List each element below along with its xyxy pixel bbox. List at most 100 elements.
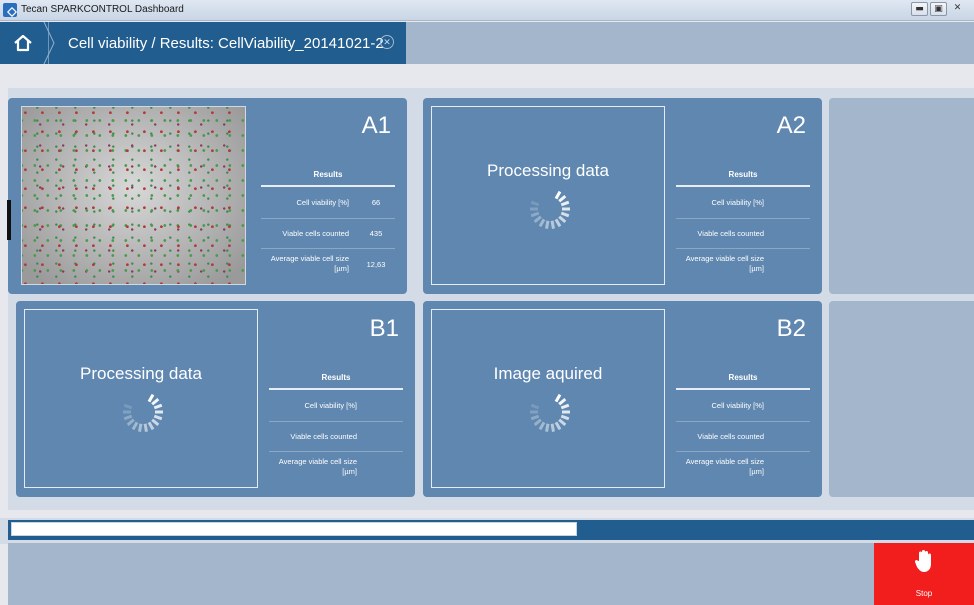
spinner-segment (126, 418, 135, 427)
results-heading: Results (261, 170, 395, 187)
spinner-segment (153, 414, 163, 421)
spinner-segment (538, 218, 546, 228)
spinner-segment (558, 194, 567, 203)
spinner-segment (558, 418, 567, 427)
result-row-viable-cells: Viable cells counted (269, 422, 403, 452)
close-window-button[interactable]: ✕ (949, 2, 966, 16)
result-label: Cell viability [%] (296, 197, 349, 207)
result-label: Cell viability [%] (711, 400, 764, 410)
result-row-viability: Cell viability [%] (269, 390, 403, 422)
result-row-viability: Cell viability [%] (676, 187, 810, 219)
spinner-segment (151, 418, 160, 427)
result-label: Viable cells counted (697, 228, 764, 238)
side-marker (7, 200, 11, 240)
breadcrumb-separator-icon (43, 22, 55, 64)
result-row-viable-cells: Viable cells counted (676, 219, 810, 249)
spinner-segment (560, 414, 570, 421)
well-id: A1 (361, 112, 391, 139)
result-label: Viable cells counted (290, 431, 357, 441)
spinner-segment (123, 414, 133, 421)
spinner-segment (153, 403, 163, 410)
home-button[interactable] (0, 22, 48, 64)
result-row-avg-size: Average viable cell size [µm] (676, 249, 810, 279)
well-id: B1 (369, 315, 399, 342)
status-label: Image aquired (493, 364, 603, 383)
spinner-segment (123, 403, 133, 410)
result-label: Cell viability [%] (304, 400, 357, 410)
status-label: Processing data (487, 161, 609, 180)
well-tile-a1[interactable]: A1 Results Cell viability [%] 66 Viable … (8, 98, 407, 294)
results-table: Results Cell viability [%] Viable cells … (269, 373, 403, 482)
spinner-segment (558, 215, 567, 224)
breadcrumb: Cell viability / Results: CellViability_… (48, 22, 406, 64)
result-label: Average viable cell size [µm] (685, 457, 764, 476)
spinner-segment (554, 218, 562, 228)
minimize-button[interactable]: ▬ (911, 2, 928, 16)
result-row-viable-cells: Viable cells counted (676, 422, 810, 452)
well-image-frame: Processing data (431, 106, 665, 285)
app-icon (3, 3, 17, 17)
well-id: A2 (776, 112, 806, 139)
spinner-segment (554, 393, 562, 403)
spinner-segment (147, 421, 155, 431)
loading-spinner-icon (530, 190, 570, 229)
footer-bar: Stop (8, 543, 974, 605)
well-image-frame: Image aquired (431, 309, 665, 488)
spinner-segment (138, 423, 143, 432)
spinner-segment (530, 211, 540, 218)
results-table: Results Cell viability [%] 66 Viable cel… (261, 170, 395, 279)
spinner-segment (554, 421, 562, 431)
well-tile-b1[interactable]: Processing data B1 Results Cell viabilit… (16, 301, 415, 497)
progress-fill (11, 522, 577, 536)
result-value: 12,63 (366, 259, 386, 269)
results-heading: Results (676, 170, 810, 187)
results-heading: Results (269, 373, 403, 390)
loading-spinner-icon (530, 393, 570, 432)
well-tile-b2[interactable]: Image aquired B2 Results Cell viability … (423, 301, 822, 497)
close-circle-icon[interactable]: ✕ (380, 35, 394, 49)
progress-area (0, 518, 974, 544)
well-tile-empty-bottom (829, 301, 974, 497)
result-label: Viable cells counted (697, 431, 764, 441)
stop-label: Stop (915, 589, 933, 598)
result-value: 66 (371, 198, 381, 207)
loading-spinner-icon (123, 393, 163, 432)
spinner-segment (530, 403, 540, 410)
spinner-segment (530, 414, 540, 421)
results-heading: Results (676, 373, 810, 390)
result-label: Cell viability [%] (711, 197, 764, 207)
window-controls: ▬ ▣ ✕ (911, 2, 966, 16)
hand-stop-icon (914, 550, 931, 572)
spinner-segment (550, 423, 555, 432)
progress-track (8, 520, 974, 540)
spinner-segment (147, 393, 155, 403)
well-image-a1[interactable] (21, 106, 246, 285)
result-row-viability: Cell viability [%] 66 (261, 187, 395, 219)
spinner-segment (545, 423, 550, 432)
spinner-segment (533, 215, 542, 224)
result-label: Average viable cell size [µm] (685, 254, 764, 273)
result-value: 435 (369, 229, 383, 238)
result-label: Average viable cell size [µm] (270, 254, 349, 273)
well-image-frame: Processing data (24, 309, 258, 488)
stop-button[interactable]: Stop (874, 543, 974, 605)
well-tile-empty-top (829, 98, 974, 294)
spinner-segment (131, 421, 139, 431)
spinner-segment (151, 397, 160, 406)
spinner-segment (530, 200, 540, 207)
spinner-segment (533, 418, 542, 427)
status-label: Processing data (80, 364, 202, 383)
spinner-segment (143, 423, 148, 432)
result-label: Average viable cell size [µm] (278, 457, 357, 476)
spinner-segment (554, 190, 562, 200)
window-title: Tecan SPARKCONTROL Dashboard (21, 4, 184, 15)
maximize-button[interactable]: ▣ (930, 2, 947, 16)
result-row-avg-size: Average viable cell size [µm] 12,63 (261, 249, 395, 279)
spinner-segment (560, 200, 570, 207)
well-id: B2 (776, 315, 806, 342)
spinner-segment (560, 403, 570, 410)
header-nav: Cell viability / Results: CellViability_… (0, 22, 974, 64)
result-row-avg-size: Average viable cell size [µm] (269, 452, 403, 482)
well-tile-a2[interactable]: Processing data A2 Results Cell viabilit… (423, 98, 822, 294)
spinner-segment (550, 220, 555, 229)
